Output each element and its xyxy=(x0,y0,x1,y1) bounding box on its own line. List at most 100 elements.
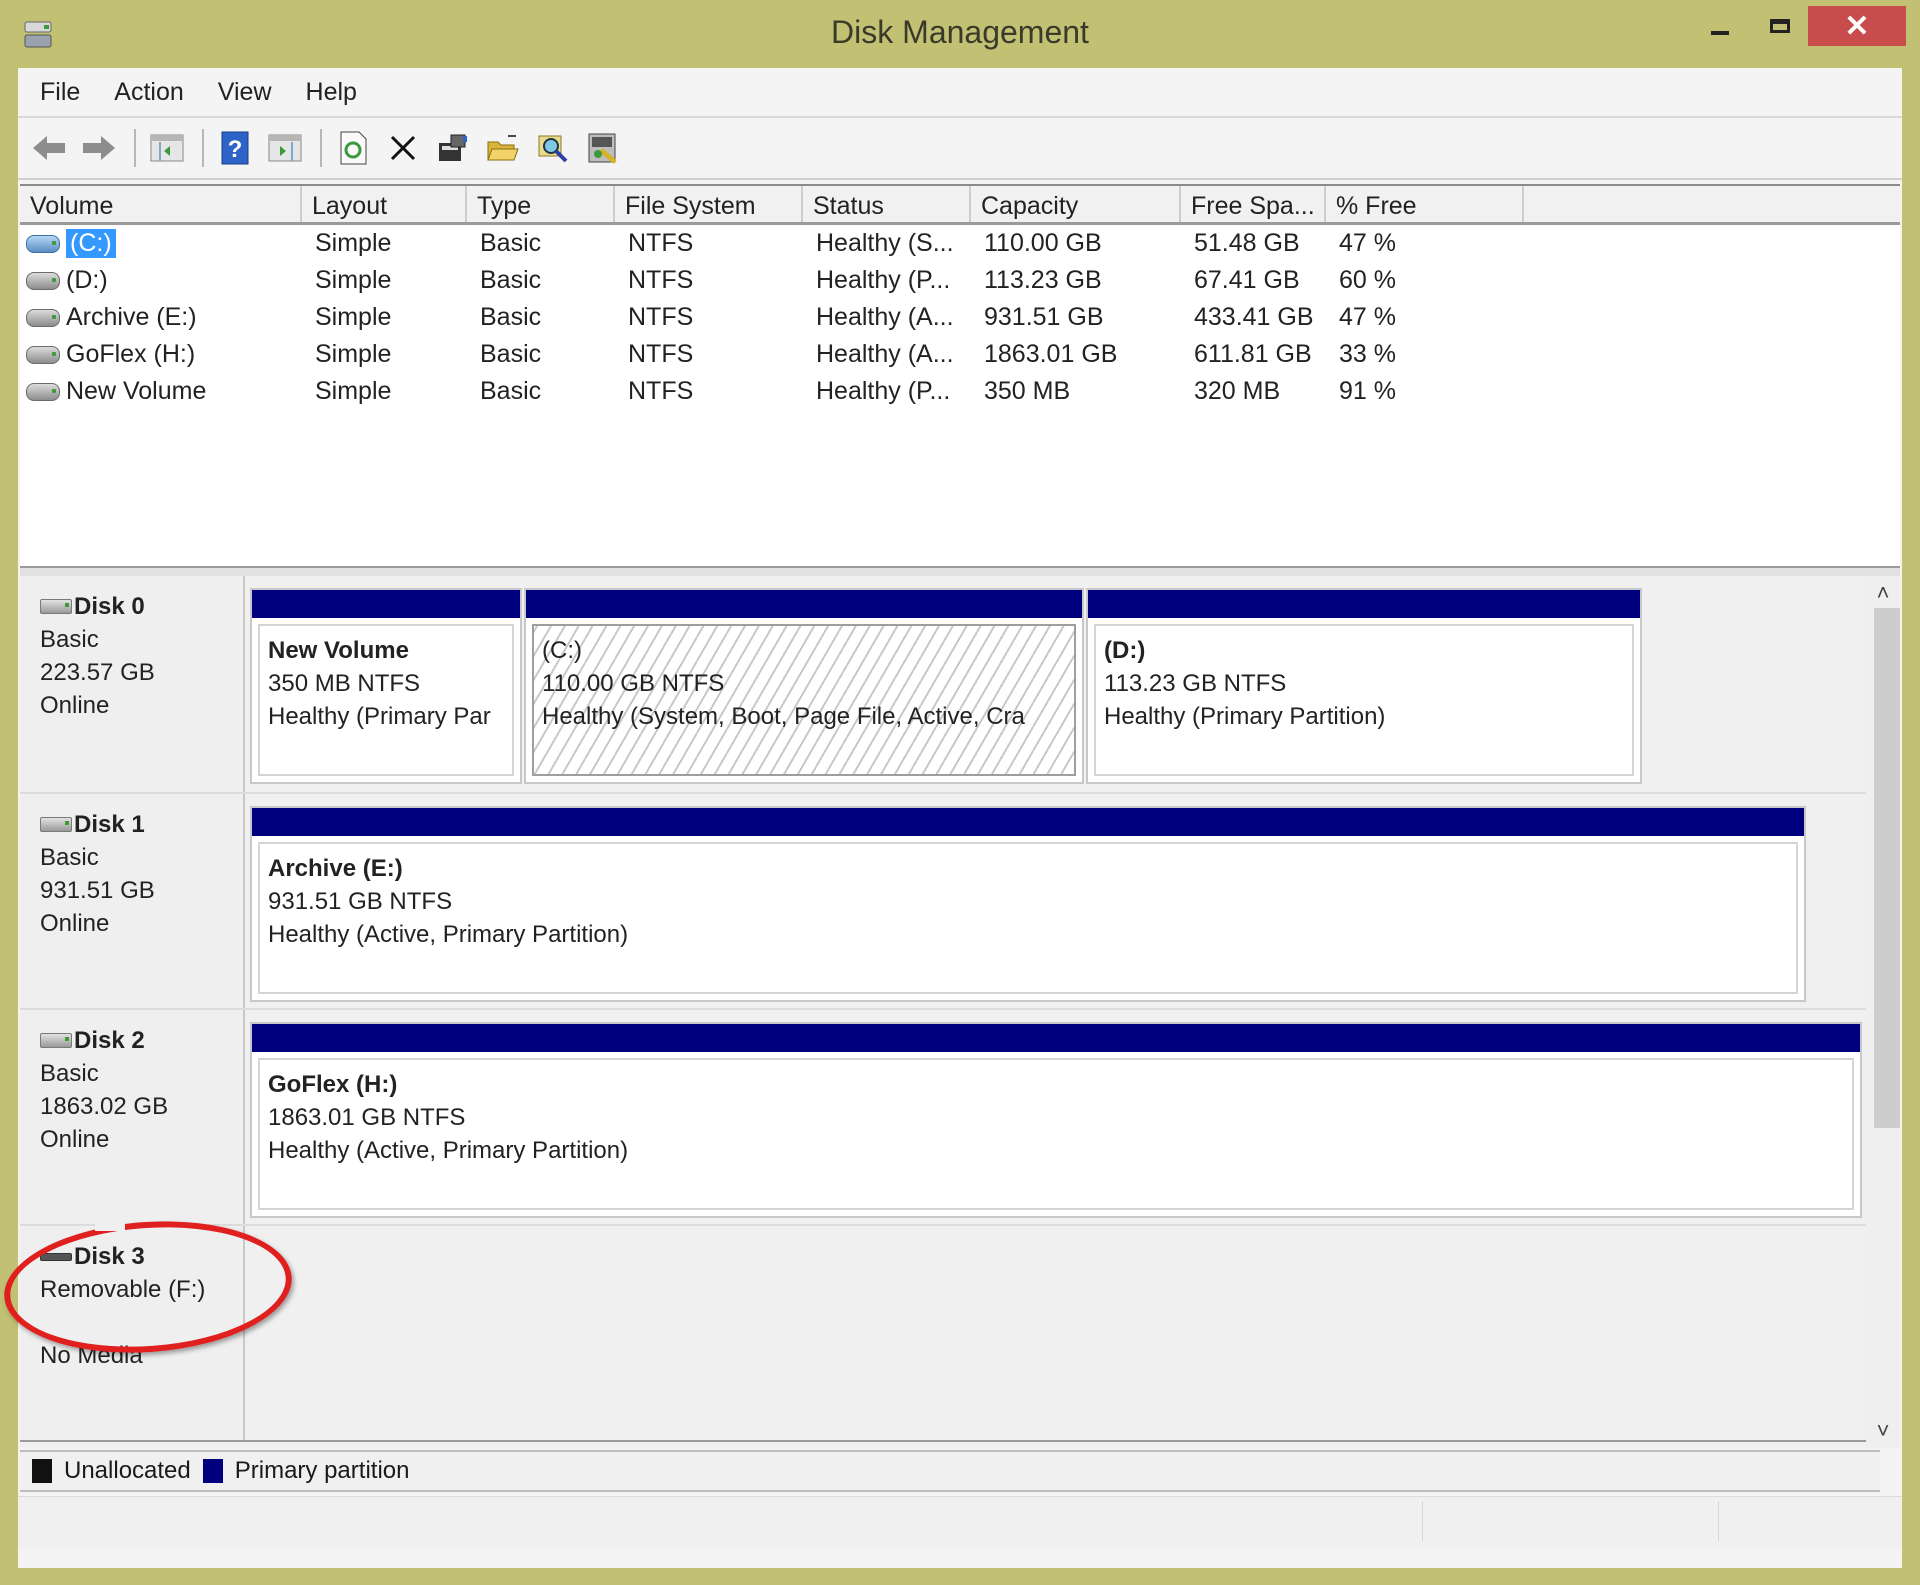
volume-file-system: NTFS xyxy=(628,377,694,405)
properties-button[interactable] xyxy=(430,125,476,171)
partition-goflex-h[interactable]: GoFlex (H:) 1863.01 GB NTFS Healthy (Act… xyxy=(250,1022,1862,1218)
column-header-file-system[interactable]: File System xyxy=(615,186,803,222)
refresh-icon xyxy=(340,131,367,165)
vertical-scrollbar[interactable]: ˄ ˅ xyxy=(1866,576,1900,1448)
partition-status: Healthy (Active, Primary Partition) xyxy=(268,921,629,948)
menu-view[interactable]: View xyxy=(201,78,289,107)
minimize-button[interactable] xyxy=(1690,6,1750,46)
volume-status: Healthy (P... xyxy=(816,266,951,294)
drive-icon xyxy=(26,382,60,401)
show-hide-console-tree-button[interactable] xyxy=(144,125,190,171)
help-icon: ? xyxy=(221,131,249,165)
volume-free-space: 611.81 GB xyxy=(1194,340,1312,368)
column-header-free-space[interactable]: Free Spa... xyxy=(1181,186,1326,222)
disk-state: No Media xyxy=(40,1342,143,1369)
column-header-blank xyxy=(1524,186,1900,222)
primary-partition-swatch xyxy=(202,1459,223,1483)
disk-label-disk-2[interactable]: Disk 2 Basic 1863.02 GB Online xyxy=(20,1010,245,1224)
disk-state: Online xyxy=(40,910,110,937)
partition-new-volume[interactable]: New Volume 350 MB NTFS Healthy (Primary … xyxy=(250,588,522,784)
title-bar[interactable]: Disk Management ✕ xyxy=(0,0,1920,68)
volume-file-system: NTFS xyxy=(628,229,694,257)
column-header-layout[interactable]: Layout xyxy=(302,186,467,222)
menu-action[interactable]: Action xyxy=(97,78,200,107)
settings-button[interactable] xyxy=(580,125,626,171)
volume-file-system: NTFS xyxy=(628,266,694,294)
back-button[interactable] xyxy=(26,125,72,171)
scroll-up-button[interactable]: ˄ xyxy=(1866,580,1900,610)
status-pane xyxy=(1718,1501,1829,1541)
maximize-button[interactable] xyxy=(1750,6,1810,46)
column-header-volume[interactable]: Volume xyxy=(20,186,302,222)
legend-label-primary-partition: Primary partition xyxy=(234,1457,410,1484)
partition-status: Healthy (System, Boot, Page File, Active… xyxy=(542,703,1025,730)
volume-capacity: 1863.01 GB xyxy=(984,340,1118,368)
partition-size: 931.51 GB NTFS xyxy=(268,888,453,915)
scrollbar-thumb[interactable] xyxy=(1874,608,1900,1128)
primary-partition-bar xyxy=(252,590,520,618)
settings-icon xyxy=(588,133,617,164)
column-header-percent-free[interactable]: % Free xyxy=(1326,186,1524,222)
explore-button[interactable] xyxy=(530,125,576,171)
status-pane xyxy=(1422,1501,1723,1541)
volume-layout: Simple xyxy=(315,340,392,368)
scroll-down-button[interactable]: ˅ xyxy=(1866,1418,1900,1448)
forward-button[interactable] xyxy=(76,125,122,171)
show-hide-action-pane-button[interactable] xyxy=(262,125,308,171)
volume-row[interactable]: GoFlex (H:) Simple Basic NTFS Healthy (A… xyxy=(20,336,1900,373)
delete-icon xyxy=(390,135,416,161)
partition-name: (C:) xyxy=(542,637,582,664)
hard-disk-icon xyxy=(40,817,72,832)
volume-status: Healthy (A... xyxy=(816,340,954,368)
partition-name: (D:) xyxy=(1104,637,1146,664)
partition-d[interactable]: (D:) 113.23 GB NTFS Healthy (Primary Par… xyxy=(1086,588,1642,784)
disk-row-disk-1: Disk 1 Basic 931.51 GB Online Archive (E… xyxy=(20,794,1866,1010)
refresh-button[interactable] xyxy=(330,125,376,171)
disk-type: Basic xyxy=(40,844,99,871)
volume-free-space: 67.41 GB xyxy=(1194,266,1300,294)
disk-label-disk-0[interactable]: Disk 0 Basic 223.57 GB Online xyxy=(20,576,245,792)
volume-percent-free: 47 % xyxy=(1339,229,1396,257)
disk-row-disk-0: Disk 0 Basic 223.57 GB Online New Volume… xyxy=(20,576,1866,794)
maximize-icon xyxy=(1770,19,1790,33)
column-header-capacity[interactable]: Capacity xyxy=(971,186,1181,222)
removable-disk-icon xyxy=(40,1252,72,1261)
minimize-icon xyxy=(1711,31,1729,35)
toolbar-separator xyxy=(202,129,204,167)
volume-capacity: 110.00 GB xyxy=(984,229,1102,257)
help-button[interactable]: ? xyxy=(212,125,258,171)
volume-row[interactable]: Archive (E:) Simple Basic NTFS Healthy (… xyxy=(20,299,1900,336)
volume-row[interactable]: (D:) Simple Basic NTFS Healthy (P... 113… xyxy=(20,262,1900,299)
partition-c[interactable]: (C:) 110.00 GB NTFS Healthy (System, Boo… xyxy=(524,588,1084,784)
svg-text:?: ? xyxy=(228,136,243,163)
disk-label-disk-3[interactable]: Disk 3 Removable (F:) No Media xyxy=(20,1226,245,1440)
volume-name: New Volume xyxy=(66,377,207,405)
column-header-type[interactable]: Type xyxy=(467,186,615,222)
menu-help[interactable]: Help xyxy=(289,78,374,107)
drive-icon xyxy=(26,308,60,327)
volume-file-system: NTFS xyxy=(628,303,694,331)
volume-row[interactable]: (C:) Simple Basic NTFS Healthy (S... 110… xyxy=(20,225,1900,262)
disk-size: 1863.02 GB xyxy=(40,1093,169,1120)
action-pane-icon xyxy=(268,134,302,162)
partition-archive-e[interactable]: Archive (E:) 931.51 GB NTFS Healthy (Act… xyxy=(250,806,1806,1002)
volume-free-space: 51.48 GB xyxy=(1194,229,1300,257)
volume-capacity: 931.51 GB xyxy=(984,303,1104,331)
volume-name: GoFlex (H:) xyxy=(66,340,196,368)
disk-name: Disk 0 xyxy=(74,593,145,620)
menu-file[interactable]: File xyxy=(18,78,97,107)
primary-partition-bar xyxy=(526,590,1082,618)
disk-label-disk-1[interactable]: Disk 1 Basic 931.51 GB Online xyxy=(20,794,245,1008)
delete-button[interactable] xyxy=(380,125,426,171)
primary-partition-bar xyxy=(252,808,1804,836)
volume-type: Basic xyxy=(480,229,542,257)
column-header-status[interactable]: Status xyxy=(803,186,971,222)
disk-row-disk-3: Disk 3 Removable (F:) No Media xyxy=(20,1226,1866,1442)
volume-row[interactable]: New Volume Simple Basic NTFS Healthy (P.… xyxy=(20,373,1900,410)
disk-name: Disk 1 xyxy=(74,811,145,838)
volume-layout: Simple xyxy=(315,377,392,405)
properties-icon xyxy=(439,134,467,161)
close-button[interactable]: ✕ xyxy=(1808,6,1906,46)
open-button[interactable] xyxy=(480,125,526,171)
partition-size: 1863.01 GB NTFS xyxy=(268,1104,466,1131)
